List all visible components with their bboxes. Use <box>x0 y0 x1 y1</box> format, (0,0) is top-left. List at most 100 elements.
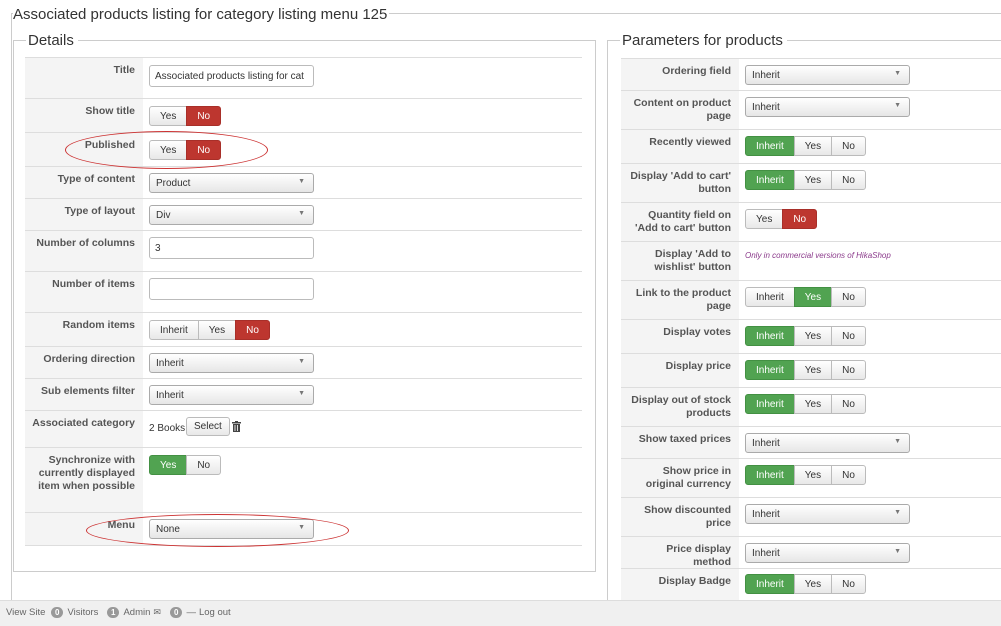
display-add-to-cart-toggle: Inherit Yes No <box>745 170 866 190</box>
admin-label: Admin <box>123 607 151 618</box>
row-label: Link to the product page <box>621 281 739 320</box>
synchronize-no-button[interactable]: No <box>186 455 222 475</box>
random-items-yes-button[interactable]: Yes <box>197 320 237 340</box>
price-display-method-select[interactable]: Inherit ▼ <box>745 543 910 563</box>
row-label: Show taxed prices <box>621 427 739 459</box>
votes-yes-button[interactable]: Yes <box>793 326 833 346</box>
link-product-no-button[interactable]: No <box>831 287 866 307</box>
recently-viewed-inherit-button[interactable]: Inherit <box>745 136 795 156</box>
dash-icon: — <box>186 607 196 618</box>
type-of-layout-select[interactable]: Div ▼ <box>149 205 314 225</box>
original-currency-toggle: Inherit Yes No <box>745 465 866 485</box>
row-link-to-product-page: Link to the product page Inherit Yes No <box>621 280 1001 320</box>
row-display-add-to-cart: Display 'Add to cart' button Inherit Yes… <box>621 163 1001 203</box>
recently-viewed-yes-button[interactable]: Yes <box>793 136 833 156</box>
ordering-direction-select[interactable]: Inherit ▼ <box>149 353 314 373</box>
row-number-of-columns: Number of columns 3 <box>25 230 582 272</box>
view-site-link[interactable]: View Site <box>6 607 45 618</box>
chevron-down-icon: ▼ <box>298 358 305 365</box>
quantity-field-no-button[interactable]: No <box>782 209 818 229</box>
row-label: Show title <box>25 99 143 133</box>
row-sub-elements-filter: Sub elements filter Inherit ▼ <box>25 378 582 411</box>
display-votes-toggle: Inherit Yes No <box>745 326 866 346</box>
link-product-inherit-button[interactable]: Inherit <box>745 287 795 307</box>
row-add-to-wishlist: Display 'Add to wishlist' button Only in… <box>621 241 1001 281</box>
messages-indicator[interactable]: 0 — Log out <box>170 607 231 618</box>
show-taxed-prices-select[interactable]: Inherit ▼ <box>745 433 910 453</box>
currency-no-button[interactable]: No <box>831 465 866 485</box>
trash-icon[interactable] <box>232 421 241 432</box>
recently-viewed-no-button[interactable]: No <box>831 136 866 156</box>
badge-yes-button[interactable]: Yes <box>793 574 833 594</box>
badge-no-button[interactable]: No <box>831 574 866 594</box>
row-label: Number of columns <box>25 231 143 272</box>
stock-no-button[interactable]: No <box>831 394 866 414</box>
select-category-button[interactable]: Select <box>186 417 230 436</box>
link-product-yes-button[interactable]: Yes <box>793 287 833 307</box>
show-title-yes-button[interactable]: Yes <box>149 106 188 126</box>
row-label: Display Badge <box>621 569 739 601</box>
add-to-cart-yes-button[interactable]: Yes <box>793 170 833 190</box>
row-display-price: Display price Inherit Yes No <box>621 353 1001 388</box>
row-display-votes: Display votes Inherit Yes No <box>621 319 1001 354</box>
row-number-of-items: Number of items <box>25 271 582 313</box>
row-label: Ordering direction <box>25 347 143 379</box>
quantity-field-yes-button[interactable]: Yes <box>745 209 784 229</box>
votes-no-button[interactable]: No <box>831 326 866 346</box>
row-label: Ordering field <box>621 59 739 91</box>
price-no-button[interactable]: No <box>831 360 866 380</box>
row-label: Display 'Add to wishlist' button <box>621 242 739 281</box>
row-label: Number of items <box>25 272 143 313</box>
row-ordering-field: Ordering field Inherit ▼ <box>621 58 1001 91</box>
row-label: Recently viewed <box>621 130 739 164</box>
type-of-content-select[interactable]: Product ▼ <box>149 173 314 193</box>
title-input[interactable]: Associated products listing for cat <box>149 65 314 87</box>
admin-indicator: 1 Admin ✉ <box>107 607 161 618</box>
logout-link[interactable]: Log out <box>199 607 231 618</box>
number-of-columns-input[interactable]: 3 <box>149 237 314 259</box>
row-associated-category: Associated category 2 Books Select <box>25 410 582 448</box>
stock-inherit-button[interactable]: Inherit <box>745 394 795 414</box>
badge-inherit-button[interactable]: Inherit <box>745 574 795 594</box>
row-ordering-direction: Ordering direction Inherit ▼ <box>25 346 582 379</box>
row-label: Random items <box>25 313 143 347</box>
row-label: Type of content <box>25 167 143 199</box>
row-content-on-product-page: Content on product page Inherit ▼ <box>621 90 1001 130</box>
synchronize-yes-button[interactable]: Yes <box>149 455 188 475</box>
random-items-toggle: Inherit Yes No <box>149 320 270 340</box>
select-value: Inherit <box>752 102 780 113</box>
chevron-down-icon: ▼ <box>894 70 901 77</box>
view-site-label: View Site <box>6 607 46 618</box>
price-inherit-button[interactable]: Inherit <box>745 360 795 380</box>
visitors-label: Visitors <box>67 607 99 618</box>
number-of-items-input[interactable] <box>149 278 314 300</box>
price-yes-button[interactable]: Yes <box>793 360 833 380</box>
show-discounted-price-select[interactable]: Inherit ▼ <box>745 504 910 524</box>
recently-viewed-toggle: Inherit Yes No <box>745 136 866 156</box>
show-title-no-button[interactable]: No <box>186 106 222 126</box>
row-label: Price display method <box>621 537 739 569</box>
votes-inherit-button[interactable]: Inherit <box>745 326 795 346</box>
currency-yes-button[interactable]: Yes <box>793 465 833 485</box>
row-show-discounted-price: Show discounted price Inherit ▼ <box>621 497 1001 537</box>
row-type-of-content: Type of content Product ▼ <box>25 166 582 199</box>
add-to-cart-no-button[interactable]: No <box>831 170 866 190</box>
sub-elements-filter-select[interactable]: Inherit ▼ <box>149 385 314 405</box>
ordering-field-select[interactable]: Inherit ▼ <box>745 65 910 85</box>
random-items-inherit-button[interactable]: Inherit <box>149 320 199 340</box>
row-label: Show price in original currency <box>621 459 739 498</box>
stock-yes-button[interactable]: Yes <box>793 394 833 414</box>
currency-inherit-button[interactable]: Inherit <box>745 465 795 485</box>
row-label: Associated category <box>25 411 143 448</box>
chevron-down-icon: ▼ <box>894 509 901 516</box>
status-bar: View Site 0 Visitors 1 Admin ✉ 0 — Log o… <box>0 600 1001 626</box>
envelope-icon: ✉ <box>153 607 161 617</box>
chevron-down-icon: ▼ <box>894 438 901 445</box>
add-to-cart-inherit-button[interactable]: Inherit <box>745 170 795 190</box>
row-label: Content on product page <box>621 91 739 130</box>
content-on-product-page-select[interactable]: Inherit ▼ <box>745 97 910 117</box>
random-items-no-button[interactable]: No <box>235 320 270 340</box>
row-recently-viewed: Recently viewed Inherit Yes No <box>621 129 1001 164</box>
params-legend: Parameters for products <box>620 32 787 49</box>
chevron-down-icon: ▼ <box>298 390 305 397</box>
